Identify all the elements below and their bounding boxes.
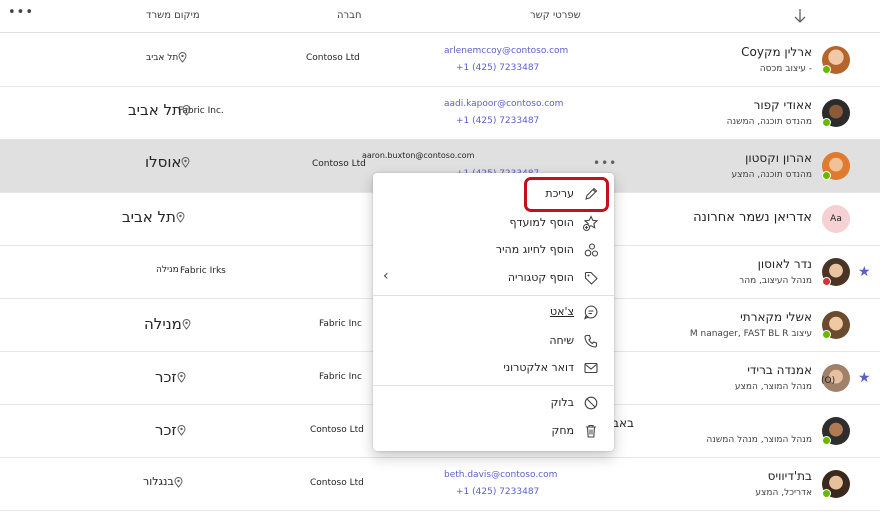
favorite-star-icon[interactable]: ★ (858, 264, 871, 280)
menu-item-call[interactable]: שיחה (373, 328, 614, 354)
contact-name[interactable]: אשלי מקארתי (740, 310, 812, 324)
chat-icon (584, 305, 598, 320)
menu-item-label: בלוק (550, 396, 574, 409)
office-location: תל אביב (128, 101, 194, 119)
office-location: תל אביב (122, 208, 188, 226)
phone-icon (584, 334, 598, 348)
company-column-header[interactable]: חברה (337, 10, 362, 21)
contact-company: Contoso Ltd (312, 159, 366, 169)
location-column-header[interactable]: מיקום משרד (146, 10, 200, 21)
location-pin-icon (182, 319, 191, 330)
contact-name[interactable]: אמנדה ברידי (747, 363, 812, 377)
menu-item-label: הוסף לחיוג מהיר (495, 243, 574, 256)
contact-email-link[interactable]: aadi.kapoor@contoso.com (444, 99, 563, 109)
menu-item-add-favorite[interactable]: הוסף למועדף (373, 210, 614, 236)
menu-item-label: צ'אט (549, 305, 574, 318)
contact-company: Contoso Ltd (310, 478, 364, 488)
location-pin-icon (182, 105, 191, 116)
column-header-bar: ••• מיקום משרד חברה שפרטי קשר (0, 0, 880, 33)
contact-row[interactable]: ארלין מקCoy - עיצוב מכסה arlenemccoy@con… (0, 34, 880, 87)
avatar (822, 46, 850, 74)
location-pin-icon (178, 52, 187, 63)
avatar (822, 99, 850, 127)
contact-row[interactable]: בת'דיוויס אדריכל, המצע beth.davis@contos… (0, 458, 880, 511)
contact-column-header[interactable]: שפרטי קשר (530, 10, 581, 21)
contact-phone-link[interactable]: +1 (425) 7233487 (456, 116, 539, 126)
contact-name[interactable]: אדריאן נשמר אחרונה (693, 210, 812, 225)
contact-name[interactable]: ארלין מקCoy (741, 45, 812, 59)
avatar (822, 152, 850, 180)
contact-row[interactable]: אאודי קפור מהנדס תוכנה, המשנה aadi.kapoo… (0, 87, 880, 140)
avatar (822, 417, 850, 445)
contact-name[interactable]: אאודי קפור (754, 98, 812, 112)
contact-title: מנהל המוצר, המצע (734, 382, 812, 392)
menu-item-label: הוסף קטגוריה (507, 271, 574, 284)
contact-company: Contoso Ltd (310, 425, 364, 435)
star-add-icon (583, 215, 599, 231)
contact-name[interactable]: נדר לאוסון (758, 257, 812, 271)
contact-email-link[interactable]: arlenemccoy@contoso.com (444, 46, 568, 56)
header-more-button[interactable]: ••• (8, 5, 34, 20)
pencil-icon (585, 187, 598, 200)
office-location: אוסלו (145, 153, 193, 171)
office-location: זכר (155, 421, 189, 439)
avatar (822, 311, 850, 339)
sort-down-arrow-icon[interactable] (793, 8, 807, 28)
office-location: בנגלור (143, 475, 186, 488)
contact-title: מנהל העיצוב, מהר (739, 276, 812, 286)
speed-dial-icon (584, 243, 599, 257)
menu-item-label: דואר אלקטרוני (503, 361, 574, 374)
menu-item-label: הוסף למועדף (509, 216, 574, 229)
menu-item-edit[interactable]: עריכת (373, 181, 614, 207)
location-pin-icon (177, 372, 186, 383)
context-menu: עריכת הוסף למועדף הוסף לחיוג מהיר ‹ הוסף… (373, 173, 614, 451)
location-pin-icon (174, 476, 183, 488)
contact-company: Contoso Ltd (306, 53, 360, 63)
avatar (822, 470, 850, 498)
location-pin-icon (177, 425, 186, 436)
contact-title: אדריכל, המצע (755, 488, 812, 498)
menu-item-chat[interactable]: צ'אט (373, 299, 614, 325)
contact-name[interactable]: אהרון וקסטון (745, 151, 812, 165)
chevron-left-icon: ‹ (383, 268, 389, 284)
avatar (822, 258, 850, 286)
menu-item-add-category[interactable]: ‹ הוסף קטגוריה (373, 265, 614, 291)
menu-item-speed-dial[interactable]: הוסף לחיוג מהיר (373, 237, 614, 263)
menu-item-label: שיחה (549, 334, 574, 347)
contact-phone-link[interactable]: +1 (425) 7233487 (456, 63, 539, 73)
office-location: תל אביב (146, 52, 190, 63)
location-pin-icon (181, 157, 190, 168)
mail-icon (584, 362, 598, 374)
menu-item-delete[interactable]: מחק (373, 418, 614, 444)
contact-title: עיצוב M nanager, FAST BL R (689, 329, 812, 339)
contact-email-link[interactable]: beth.davis@contoso.com (444, 470, 557, 480)
menu-item-email[interactable]: דואר אלקטרוני (373, 355, 614, 381)
contact-company: Fabric Inc (319, 372, 362, 382)
contact-company: Fabric Inc (319, 319, 362, 329)
block-icon (584, 396, 598, 410)
office-location: מנילה (156, 265, 179, 275)
contact-phone-link[interactable]: +1 (425) 7233487 (456, 487, 539, 497)
presence-out-of-office: (O) (821, 376, 836, 386)
office-location: מנילה (144, 315, 194, 333)
office-location: זכר (155, 368, 189, 386)
contact-title: - עיצוב מכסה (759, 64, 812, 74)
contact-company: Fabric Irks (180, 266, 226, 276)
menu-item-label: מחק (551, 424, 574, 437)
trash-icon (586, 424, 596, 438)
tag-icon (584, 271, 598, 285)
location-pin-icon (176, 212, 185, 223)
contact-title: מנהל המוצר, מנהל המשנה (706, 435, 812, 445)
avatar-initials: Aa (822, 205, 850, 233)
contact-name[interactable]: בת'דיוויס (768, 469, 812, 483)
contact-title: מהנדס תוכנה, המשנה (726, 117, 812, 127)
menu-item-block[interactable]: בלוק (373, 390, 614, 416)
avatar: Aa (822, 205, 850, 233)
contact-title: מהנדס תוכנה, המצע (731, 170, 812, 180)
favorite-star-icon[interactable]: ★ (858, 370, 871, 386)
contact-email-link[interactable]: aaron.buxton@contoso.com (362, 151, 474, 160)
row-more-button[interactable]: ••• (593, 156, 617, 170)
menu-item-label: עריכת (545, 187, 574, 200)
